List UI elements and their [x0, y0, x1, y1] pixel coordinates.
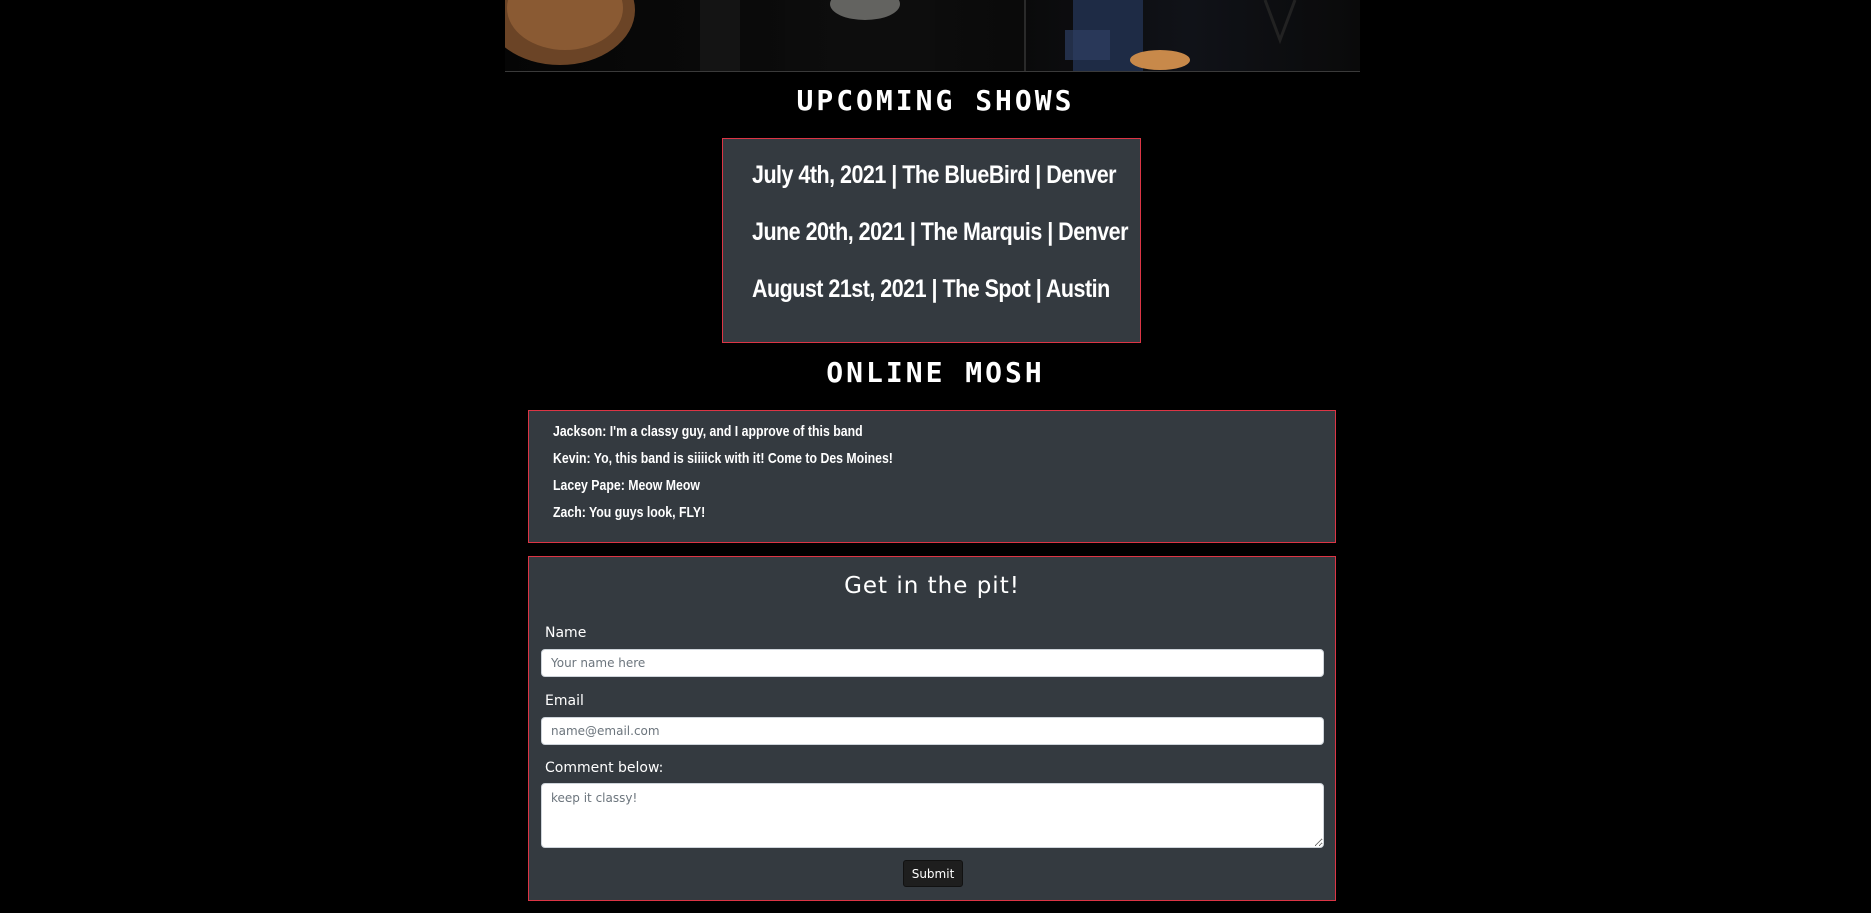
show-item: August 21st, 2021 | The Spot | Austin — [752, 275, 1110, 303]
email-input[interactable] — [541, 717, 1324, 745]
band-photo — [505, 0, 1360, 72]
name-label: Name — [545, 625, 587, 641]
online-mosh-heading: ONLINE MOSH — [826, 356, 1045, 389]
instrument-neck-shape — [1263, 0, 1297, 45]
upcoming-shows-heading: UPCOMING SHOWS — [796, 84, 1075, 117]
show-item: June 20th, 2021 | The Marquis | Denver — [752, 218, 1128, 246]
form-title: Get in the pit! — [844, 573, 1020, 599]
comment-label: Comment below: — [545, 760, 664, 776]
comment-item: Zach: You guys look, FLY! — [553, 504, 706, 521]
page: UPCOMING SHOWS July 4th, 2021 | The Blue… — [0, 0, 1871, 913]
comment-item: Kevin: Yo, this band is siiiick with it!… — [553, 450, 893, 467]
comment-item: Lacey Pape: Meow Meow — [553, 477, 700, 494]
violin-shape — [1130, 50, 1190, 70]
name-input[interactable] — [541, 649, 1324, 677]
shirt-shape — [1065, 30, 1110, 60]
submit-button[interactable]: Submit — [903, 860, 963, 887]
comment-textarea[interactable] — [541, 783, 1324, 848]
shows-panel: July 4th, 2021 | The BlueBird | Denver J… — [722, 138, 1141, 343]
comments-panel: Jackson: I'm a classy guy, and I approve… — [528, 410, 1336, 543]
comment-item: Jackson: I'm a classy guy, and I approve… — [553, 423, 863, 440]
comment-form: Get in the pit! Name Email Comment below… — [528, 556, 1336, 901]
figure-shadow-shape — [700, 0, 740, 71]
show-item: July 4th, 2021 | The BlueBird | Denver — [752, 161, 1117, 189]
email-label: Email — [545, 693, 584, 709]
performer-shape — [785, 0, 935, 71]
band-photo-graphic — [505, 0, 1297, 71]
